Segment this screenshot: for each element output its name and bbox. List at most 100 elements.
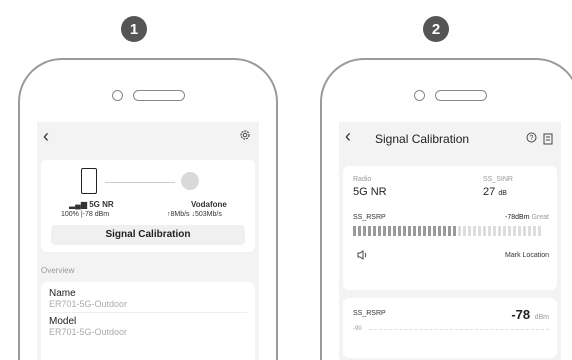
meter-bar xyxy=(388,226,391,236)
field-label: Name xyxy=(49,288,76,299)
rsrp2-label: SS_RSRP xyxy=(353,310,386,317)
phone-2-frame: ‹ Signal Calibration ? Radio 5G NR SS_SI… xyxy=(320,58,572,360)
sinr-value: 27 xyxy=(483,186,496,198)
radio-label: Radio xyxy=(353,176,372,183)
speaker-grille xyxy=(132,90,185,101)
signal-calibration-button[interactable]: Signal Calibration xyxy=(51,225,245,245)
meter-bar xyxy=(413,226,416,236)
meter-bar xyxy=(443,226,446,236)
field-label: Model xyxy=(49,316,77,327)
connection-line xyxy=(105,182,175,183)
radio-value: 5G NR xyxy=(353,186,387,198)
meter-bar xyxy=(458,226,461,236)
meter-bar xyxy=(508,226,511,236)
meter-bar xyxy=(358,226,361,236)
meter-bar xyxy=(528,226,531,236)
meter-bar xyxy=(423,226,426,236)
divider xyxy=(49,312,247,313)
signal-bar-meter xyxy=(353,226,541,236)
page-title: Signal Calibration xyxy=(375,132,470,146)
carrier-name: Vodafone xyxy=(191,200,227,209)
chevron-left-icon[interactable]: ‹ xyxy=(345,126,351,147)
phone-2-header: ‹ Signal Calibration ? xyxy=(339,122,561,154)
meter-bar xyxy=(473,226,476,236)
phone-1-frame: ‹ ▂▄▆ 5G NR 100% |-78 dBm Vodafone ↑8Mb/… xyxy=(18,58,278,360)
field-model: Model ER701-5G-Outdoor xyxy=(49,316,127,337)
phone-1-notch xyxy=(20,90,276,101)
signal-bars-icon: ▂▄▆ xyxy=(69,200,87,209)
camera-icon xyxy=(111,90,123,101)
rsrp2-unit: dBm xyxy=(534,314,549,321)
phone-1-header: ‹ xyxy=(37,122,259,154)
router-device-icon xyxy=(81,168,97,194)
carrier-speeds: ↑8Mb/s ↓503Mb/s xyxy=(167,211,222,218)
device-signal: 5G NR xyxy=(89,200,114,209)
sinr-unit: dB xyxy=(498,190,507,197)
meter-bar xyxy=(368,226,371,236)
meter-bar xyxy=(373,226,376,236)
phone-1-screen: ‹ ▂▄▆ 5G NR 100% |-78 dBm Vodafone ↑8Mb/… xyxy=(37,122,259,360)
overview-card: Name ER701-5G-Outdoor Model ER701-5G-Out… xyxy=(41,282,255,360)
field-name: Name ER701-5G-Outdoor xyxy=(49,288,127,309)
meter-bar xyxy=(538,226,541,236)
speaker-icon[interactable] xyxy=(357,250,369,263)
sinr-label: SS_SINR xyxy=(483,176,513,183)
step-2-badge: 2 xyxy=(423,16,449,42)
sinr-row: 27 dB xyxy=(483,186,507,198)
meter-bar xyxy=(383,226,386,236)
section-title: Overview xyxy=(41,266,75,275)
meter-bar xyxy=(398,226,401,236)
svg-text:?: ? xyxy=(530,135,534,142)
meter-bar xyxy=(363,226,366,236)
meter-bar xyxy=(378,226,381,236)
device-stats: 100% |-78 dBm xyxy=(61,211,110,218)
meter-bar xyxy=(493,226,496,236)
axis-gridline xyxy=(369,329,549,330)
rsrp2-row: -78 dBm xyxy=(511,306,549,324)
field-value: ER701-5G-Outdoor xyxy=(49,299,128,309)
rsrp2-value: -78 xyxy=(511,307,531,322)
meter-bar xyxy=(533,226,536,236)
rsrp-reading-row: -78dBm Great xyxy=(505,214,549,221)
meter-bar xyxy=(418,226,421,236)
document-icon[interactable] xyxy=(543,132,553,150)
speaker-grille xyxy=(434,90,487,101)
meter-bar xyxy=(523,226,526,236)
meter-bar xyxy=(428,226,431,236)
chevron-left-icon[interactable]: ‹ xyxy=(43,126,49,147)
rsrp-label: SS_RSRP xyxy=(353,214,386,221)
gear-icon[interactable] xyxy=(239,128,251,146)
meter-bar xyxy=(503,226,506,236)
rsrp-quality: Great xyxy=(531,214,549,221)
step-1-badge: 1 xyxy=(121,16,147,42)
meter-bar xyxy=(513,226,516,236)
meter-bar xyxy=(463,226,466,236)
phone-2-notch xyxy=(322,90,572,101)
meter-bar xyxy=(393,226,396,236)
meter-bar xyxy=(448,226,451,236)
phone-2-screen: ‹ Signal Calibration ? Radio 5G NR SS_SI… xyxy=(339,122,561,360)
meter-bar xyxy=(438,226,441,236)
meter-bar xyxy=(498,226,501,236)
meter-bar xyxy=(478,226,481,236)
camera-icon xyxy=(413,90,425,101)
meter-bar xyxy=(488,226,491,236)
meter-bar xyxy=(403,226,406,236)
calibration-card: Radio 5G NR SS_SINR 27 dB SS_RSRP -78dBm… xyxy=(343,166,557,290)
meter-bar xyxy=(433,226,436,236)
device-card: ▂▄▆ 5G NR 100% |-78 dBm Vodafone ↑8Mb/s … xyxy=(41,160,255,252)
device-signal-row: ▂▄▆ 5G NR xyxy=(69,200,114,209)
rsrp-chart-card: SS_RSRP -78 dBm -90 xyxy=(343,298,557,358)
meter-bar xyxy=(353,226,356,236)
meter-bar xyxy=(518,226,521,236)
meter-bar xyxy=(483,226,486,236)
rsrp-reading: -78dBm xyxy=(505,214,530,221)
meter-bar xyxy=(453,226,456,236)
mark-location-button[interactable]: Mark Location xyxy=(505,252,549,259)
meter-bar xyxy=(408,226,411,236)
question-circle-icon[interactable]: ? xyxy=(526,132,537,146)
axis-tick: -90 xyxy=(353,326,362,332)
meter-bar xyxy=(468,226,471,236)
cell-tower-icon xyxy=(181,172,199,190)
field-value: ER701-5G-Outdoor xyxy=(49,327,128,337)
